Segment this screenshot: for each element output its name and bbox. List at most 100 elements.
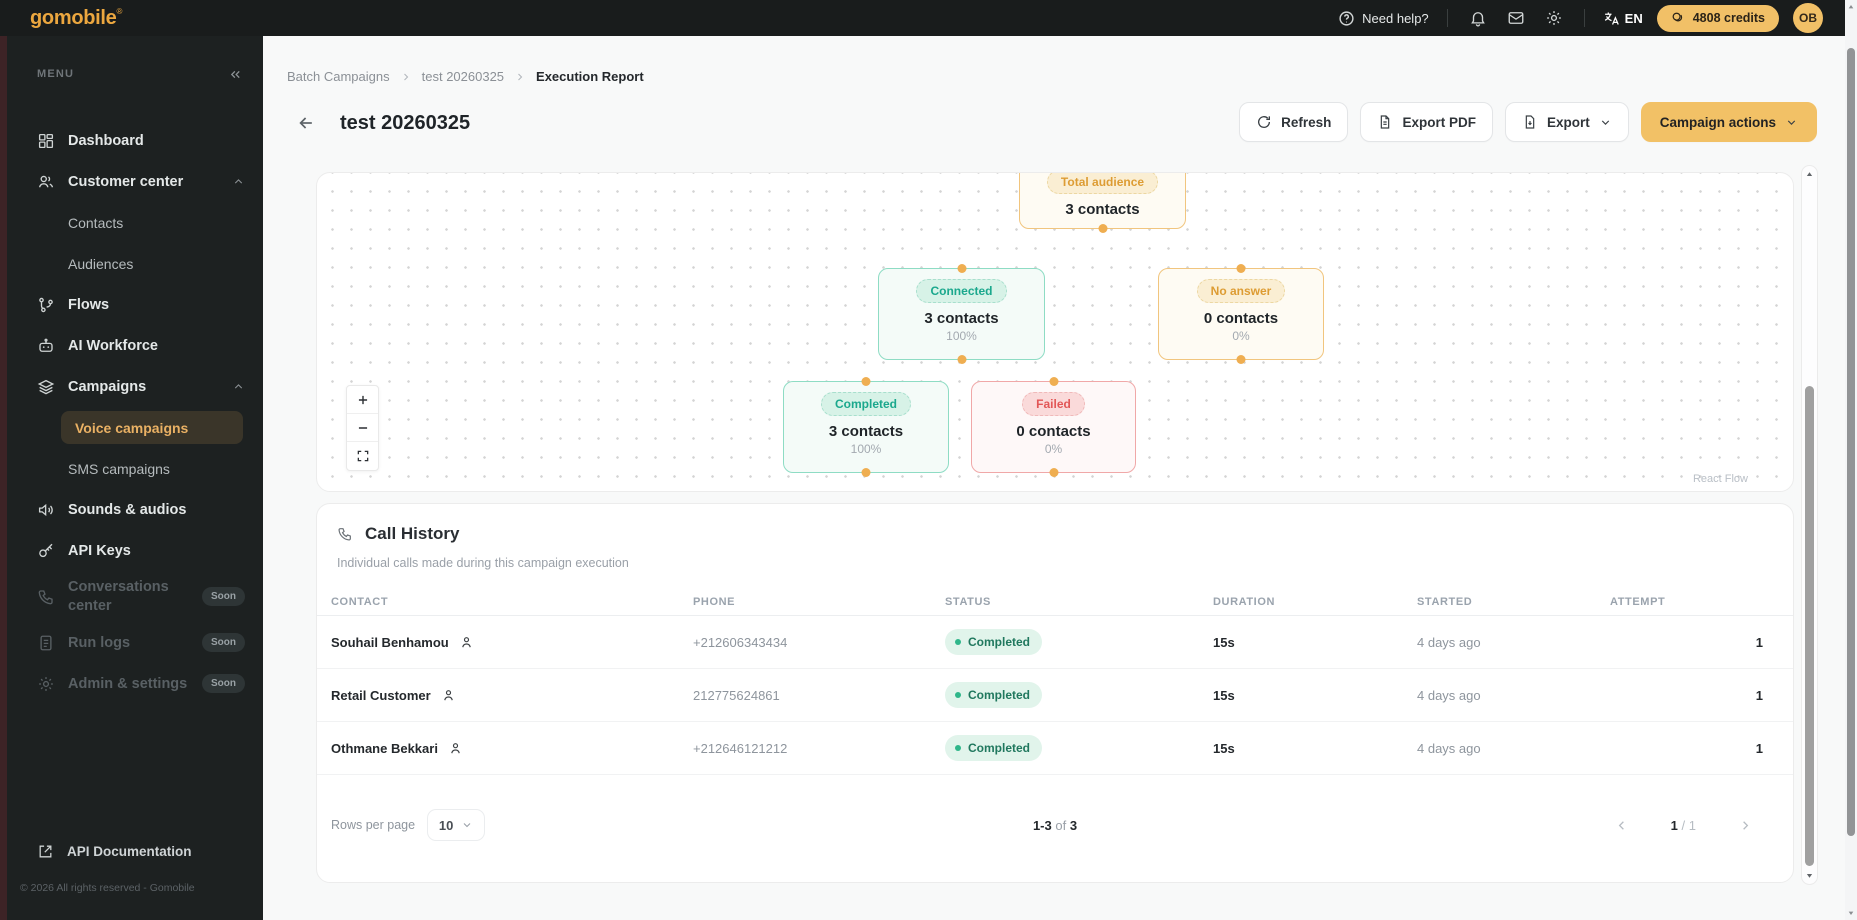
flow-handle[interactable] xyxy=(957,264,966,273)
duration-cell: 15s xyxy=(1213,740,1235,756)
phone-icon xyxy=(37,588,55,606)
table-row[interactable]: Othmane Bekkari +212646121212 Completed … xyxy=(317,722,1793,775)
need-help-button[interactable]: Need help? xyxy=(1337,9,1429,27)
call-history-title: Call History xyxy=(365,524,460,543)
flow-node-completed[interactable]: Completed 3 contacts 100% xyxy=(783,377,949,477)
scrollbar-thumb[interactable] xyxy=(1847,48,1855,836)
sidebar-item-ai-workforce[interactable]: AI Workforce xyxy=(7,325,263,366)
flow-node-no-answer[interactable]: No answer 0 contacts 0% xyxy=(1158,264,1324,364)
node-percentage: 0% xyxy=(1044,442,1063,456)
duration-cell: 15s xyxy=(1213,634,1235,650)
notifications-bell-icon[interactable] xyxy=(1466,6,1490,30)
sidebar-item-audiences[interactable]: Audiences xyxy=(7,243,263,284)
flow-node-connected[interactable]: Connected 3 contacts 100% xyxy=(878,264,1045,364)
flow-handle[interactable] xyxy=(1236,264,1246,273)
scrollbar-thumb[interactable] xyxy=(1805,386,1814,866)
breadcrumb: Batch Campaigns test 20260325 Execution … xyxy=(287,69,644,84)
scroll-down-arrow-icon[interactable] xyxy=(1802,871,1817,880)
copyright-text: © 2026 All rights reserved - Gomobile xyxy=(20,882,195,894)
language-selector[interactable]: EN xyxy=(1603,10,1643,27)
flow-handle[interactable] xyxy=(861,377,871,386)
zoom-in-button[interactable] xyxy=(347,386,378,414)
translate-icon xyxy=(1603,10,1620,27)
sidebar-item-flows[interactable]: Flows xyxy=(7,284,263,325)
breadcrumb-campaign[interactable]: test 20260325 xyxy=(422,69,504,84)
attempt-cell: 1 xyxy=(1755,740,1763,756)
settings-gear-icon[interactable] xyxy=(1542,6,1566,30)
node-percentage: 100% xyxy=(850,442,882,456)
scroll-down-arrow-icon[interactable] xyxy=(1845,909,1857,917)
sidebar-item-dashboard[interactable]: Dashboard xyxy=(7,120,263,161)
next-page-chevron-icon[interactable] xyxy=(1738,818,1753,833)
sidebar-collapse-icon[interactable] xyxy=(228,67,243,82)
zoom-out-button[interactable] xyxy=(347,414,378,442)
export-button[interactable]: Export xyxy=(1504,102,1629,142)
brand-logo[interactable]: gomobile® xyxy=(30,7,122,30)
scroll-up-arrow-icon[interactable] xyxy=(1845,3,1857,11)
sidebar-item-contacts[interactable]: Contacts xyxy=(7,202,263,243)
person-icon xyxy=(459,635,474,650)
logs-document-icon xyxy=(37,634,55,652)
flow-handle[interactable] xyxy=(1098,224,1107,233)
node-label-badge: Failed xyxy=(1022,392,1085,416)
sidebar-item-run-logs: Run logs Soon xyxy=(7,622,263,663)
messages-mail-icon[interactable] xyxy=(1504,6,1528,30)
refresh-button[interactable]: Refresh xyxy=(1239,102,1349,142)
app-window: gomobile® Need help? EN 4808 credits OB … xyxy=(0,0,1857,920)
dashboard-grid-icon xyxy=(37,132,55,150)
scroll-up-arrow-icon[interactable] xyxy=(1802,170,1817,179)
file-document-icon xyxy=(1377,114,1393,130)
node-percentage: 100% xyxy=(946,329,977,343)
canvas-zoom-controls xyxy=(346,385,379,471)
rows-per-page-select[interactable]: 10 xyxy=(427,809,486,841)
flow-handle[interactable] xyxy=(861,468,871,477)
flow-handle[interactable] xyxy=(1049,468,1058,477)
refresh-icon xyxy=(1256,114,1272,130)
api-documentation-link[interactable]: API Documentation xyxy=(37,843,192,860)
back-arrow-icon[interactable] xyxy=(296,113,316,133)
flow-handle[interactable] xyxy=(1236,355,1246,364)
previous-page-chevron-icon[interactable] xyxy=(1614,818,1629,833)
status-badge: Completed xyxy=(945,682,1043,708)
sidebar-item-api-keys[interactable]: API Keys xyxy=(7,530,263,571)
node-contacts-count: 3 contacts xyxy=(1065,201,1140,218)
sidebar-item-campaigns[interactable]: Campaigns xyxy=(7,366,263,407)
chevron-up-icon xyxy=(232,175,245,188)
chevron-down-icon xyxy=(1785,116,1798,129)
gear-icon xyxy=(37,675,55,693)
window-scrollbar[interactable] xyxy=(1845,0,1857,920)
sidebar-item-sounds-audios[interactable]: Sounds & audios xyxy=(7,489,263,530)
node-contacts-count: 0 contacts xyxy=(1203,310,1279,327)
fullscreen-button[interactable] xyxy=(347,442,378,470)
soon-badge: Soon xyxy=(202,633,245,652)
column-status: STATUS xyxy=(945,595,991,608)
key-icon xyxy=(37,542,55,560)
active-item-highlight: Voice campaigns xyxy=(61,411,243,444)
react-flow-attribution[interactable]: React Flow xyxy=(1693,473,1748,485)
page-title: test 20260325 xyxy=(340,111,471,134)
sidebar-item-sms-campaigns[interactable]: SMS campaigns xyxy=(7,448,263,489)
flow-handle[interactable] xyxy=(1049,377,1058,386)
column-contact: CONTACT xyxy=(331,595,389,608)
table-row[interactable]: Souhail Benhamou +212606343434 Completed… xyxy=(317,616,1793,669)
campaign-actions-button[interactable]: Campaign actions xyxy=(1640,102,1817,142)
sidebar-item-voice-campaigns[interactable]: Voice campaigns xyxy=(7,407,263,448)
user-avatar[interactable]: OB xyxy=(1793,3,1823,33)
pagination-bar: Rows per page 10 1-3 of 3 1 / 1 xyxy=(317,807,1793,843)
sidebar-item-customer-center[interactable]: Customer center xyxy=(7,161,263,202)
flow-node-total-audience[interactable]: Total audience 3 contacts xyxy=(1019,173,1186,233)
execution-flow-canvas[interactable]: Total audience 3 contacts Connected 3 co… xyxy=(316,172,1794,492)
credits-badge[interactable]: 4808 credits xyxy=(1656,4,1779,32)
flow-node-failed[interactable]: Failed 0 contacts 0% xyxy=(971,377,1136,477)
export-pdf-button[interactable]: Export PDF xyxy=(1360,102,1493,142)
content-scrollbar[interactable] xyxy=(1801,165,1818,885)
pager: 1 / 1 xyxy=(1614,818,1753,833)
breadcrumb-batch-campaigns[interactable]: Batch Campaigns xyxy=(287,69,390,84)
main-content: Batch Campaigns test 20260325 Execution … xyxy=(263,36,1857,920)
table-row[interactable]: Retail Customer 212775624861 Completed 1… xyxy=(317,669,1793,722)
divider xyxy=(1583,9,1585,27)
chevron-down-icon xyxy=(1599,116,1612,129)
flow-handle[interactable] xyxy=(957,355,966,364)
soon-badge: Soon xyxy=(202,587,245,606)
phone-cell: +212646121212 xyxy=(693,740,788,756)
